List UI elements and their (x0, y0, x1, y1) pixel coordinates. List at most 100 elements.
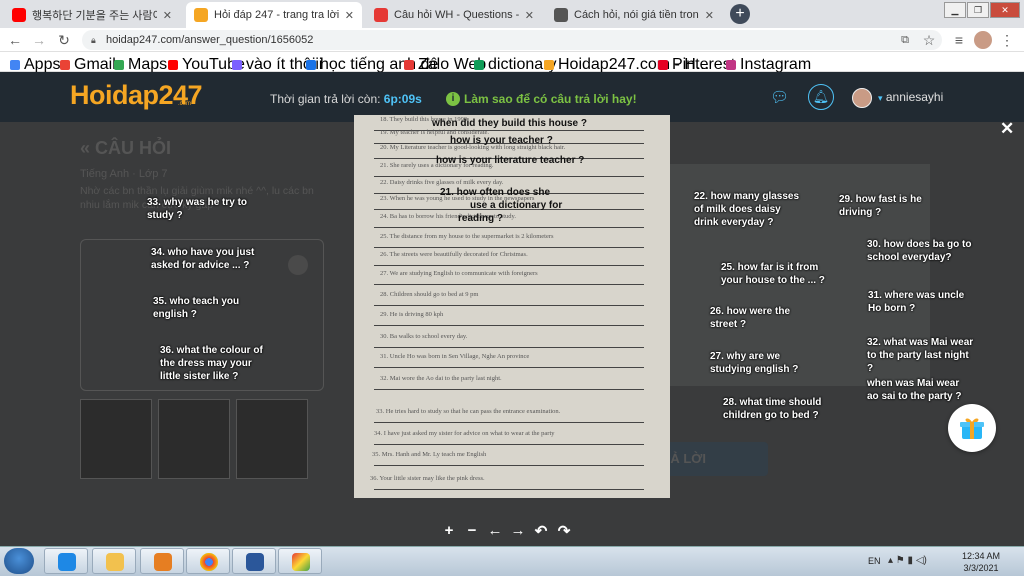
answer-rule (374, 367, 644, 368)
answer-line: 30. how does ba go to (867, 239, 972, 250)
new-tab-button[interactable]: + (730, 4, 750, 24)
user-menu[interactable]: ▾ anniesayhi (878, 90, 943, 104)
gift-icon[interactable] (948, 404, 996, 452)
answer-line: children go to bed ? (723, 410, 819, 421)
worksheet-line: 22. Daisy drinks five glasses of milk ev… (380, 179, 504, 186)
maximize-button[interactable]: ❐ (967, 2, 989, 18)
worksheet-line: 35. Mrs. Hanh and Mr. Ly teach me Englis… (372, 451, 487, 458)
tray-icons[interactable]: ▴ ⚑ ▮ ◁) (888, 555, 927, 566)
windows-start-icon[interactable] (4, 548, 34, 574)
answer-27: 27. why are we studying english ? (710, 350, 798, 376)
worksheet-line: 27. We are studying English to communica… (380, 270, 538, 277)
answer-rule (374, 227, 644, 228)
media-taskbar-icon[interactable] (140, 548, 184, 574)
bookmark-star-icon[interactable]: ☆ (920, 31, 938, 49)
browser-tab[interactable]: Hỏi đáp 247 - trang tra lời ✕ (186, 2, 362, 28)
username: anniesayhi (885, 90, 944, 104)
worksheet-line: 25. The distance from my house to the su… (380, 233, 554, 240)
close-tab-icon[interactable]: ✕ (525, 9, 534, 22)
expand-icon[interactable] (288, 255, 308, 275)
worksheet-line: 30. Ba walks to school every day. (380, 333, 468, 340)
answer-line: street ? (710, 319, 747, 330)
reload-icon[interactable]: ↻ (55, 31, 73, 49)
paint-taskbar-icon[interactable] (278, 548, 322, 574)
answer-22: 22. how many glasses of milk does daisy dr… (694, 190, 799, 229)
language-indicator[interactable]: EN (868, 556, 881, 566)
menu-icon[interactable]: ⋮ (998, 31, 1016, 49)
close-tab-icon[interactable]: ✕ (345, 9, 354, 22)
bookmark-icon (60, 60, 70, 70)
bookmark-icon (658, 60, 668, 70)
tab-title: Cách hỏi, nói giá tiền trong Tiếng (574, 9, 699, 21)
answer-34: 34. who have you just asked for advice ..… (151, 246, 254, 272)
tab-title: Câu hỏi WH - Questions - Aland (394, 9, 519, 21)
bookmark-icon (168, 60, 178, 70)
answer-line: english ? (153, 309, 197, 320)
answer-rule (374, 347, 644, 348)
answer-rule (374, 422, 644, 423)
answer-line: 35. who teach you (153, 296, 240, 307)
bookmark-icon (726, 60, 736, 70)
timer-label: Thời gian trả lời còn: (270, 92, 381, 106)
browser-tab[interactable]: Cách hỏi, nói giá tiền trong Tiếng ✕ (546, 2, 722, 28)
answer-line: 27. why are we (710, 351, 781, 362)
answer-line: the dress may your (160, 358, 252, 369)
ie-taskbar-icon[interactable] (44, 548, 88, 574)
answer-21-line3: reading ? (458, 213, 504, 224)
chat-icon[interactable]: 💬︎ (770, 88, 789, 106)
browser-tab[interactable]: 행복하단 기분을 주는 사람이 너무 ✕ (4, 2, 180, 28)
reading-list-icon[interactable]: ≡ (950, 31, 968, 49)
bookmark-icon (10, 60, 20, 70)
worksheet-line: 29. He is driving 80 kph (380, 311, 444, 318)
answer-rule (374, 444, 644, 445)
browser-tab[interactable]: Câu hỏi WH - Questions - Aland ✕ (366, 2, 542, 28)
close-tab-icon[interactable]: ✕ (163, 9, 172, 22)
rotate-right-icon[interactable]: ↷ (555, 522, 573, 540)
answer-rule (374, 465, 644, 466)
zoom-in-icon[interactable]: + (440, 522, 458, 539)
zoom-out-icon[interactable]: − (463, 522, 481, 539)
close-icon[interactable]: ✕ (1000, 119, 1014, 139)
close-tab-icon[interactable]: ✕ (705, 9, 714, 22)
back-icon[interactable]: ← (6, 31, 24, 49)
minimize-button[interactable]: ▁ (944, 2, 966, 18)
avatar[interactable] (852, 88, 872, 108)
answer-line: 29. how fast is he (839, 194, 922, 205)
answer-line: 28. what time should (723, 397, 822, 408)
hoidap-icon (194, 8, 208, 22)
answer-33: 33. why was he try to study ? (147, 196, 247, 222)
answer-rule (374, 325, 644, 326)
answer-28: 28. what time should children go to bed ? (723, 396, 821, 422)
translate-icon[interactable]: ⧉ (896, 31, 914, 49)
clock[interactable]: 12:34 AM 3/3/2021 (962, 550, 1000, 574)
answer-line: 33. why was he try to (147, 197, 248, 208)
explorer-taskbar-icon[interactable] (92, 548, 136, 574)
word-taskbar-icon[interactable] (232, 548, 276, 574)
answer-line: 34. who have you just (151, 247, 255, 258)
answer-line: ? (867, 363, 874, 374)
rotate-left-icon[interactable]: ↶ (532, 522, 550, 540)
bell-icon[interactable]: 🔔︎ (808, 84, 834, 110)
answer-line: to the party last night (867, 350, 969, 361)
tab-title: Hỏi đáp 247 - trang tra lời (214, 9, 339, 21)
clock-date: 3/3/2021 (963, 563, 999, 573)
answer-line: your house to the ... ? (721, 275, 825, 286)
answer-18: when did they build this house ? (432, 118, 587, 129)
profile-icon[interactable] (974, 31, 992, 49)
tab-title: 행복하단 기분을 주는 사람이 너무 (32, 10, 157, 22)
hint-link[interactable]: Làm sao để có câu trả lời hay! (464, 92, 637, 106)
chrome-taskbar-icon[interactable] (186, 548, 230, 574)
arrow-right-icon[interactable]: → (509, 522, 527, 539)
worksheet-line: 33. He tries hard to study so that he ca… (376, 408, 561, 415)
url-input[interactable]: 🔒︎ hoidap247.com/answer_question/1656052 (82, 30, 942, 50)
image-thumbnail[interactable] (236, 399, 308, 479)
arrow-left-icon[interactable]: ← (486, 522, 504, 539)
page-title: « CÂU HỎI (80, 138, 172, 158)
answer-line: asked for advice ... ? (151, 260, 250, 271)
answer-rule (374, 284, 644, 285)
image-thumbnail[interactable] (158, 399, 230, 479)
forward-icon[interactable]: → (30, 31, 48, 49)
close-window-button[interactable]: ✕ (990, 2, 1020, 18)
image-thumbnail[interactable] (80, 399, 152, 479)
answer-line: school everyday? (867, 252, 952, 263)
